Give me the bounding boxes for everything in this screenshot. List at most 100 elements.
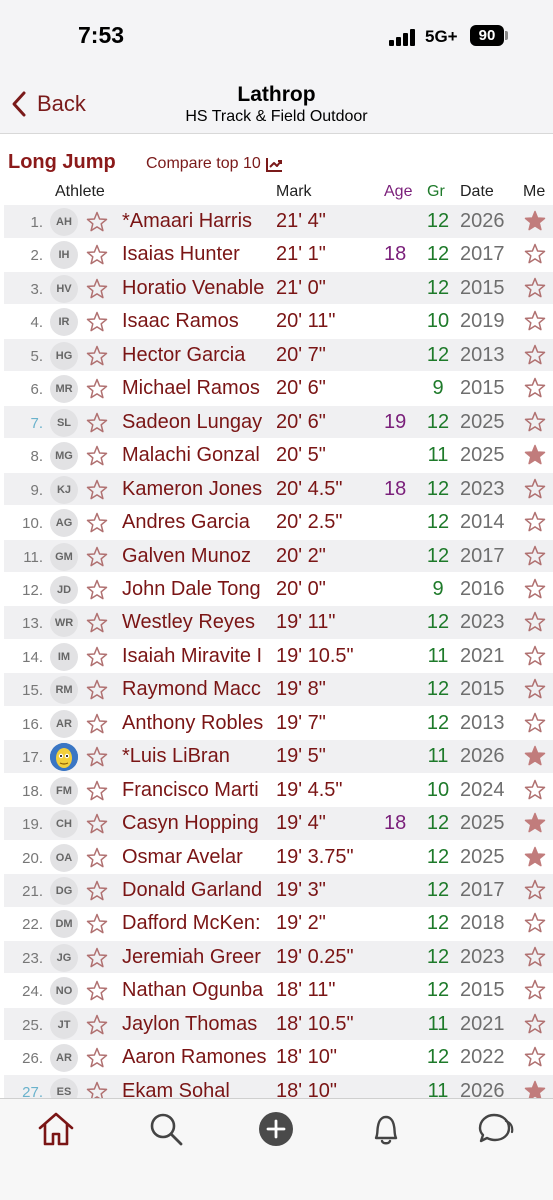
medal-star-icon[interactable] [523,477,547,501]
avatar[interactable]: DM [50,910,78,939]
add-icon[interactable] [256,1109,296,1149]
athlete-name[interactable]: *Luis LiBran [122,745,274,768]
table-row[interactable]: 20. OA Osmar Avelar 19' 3.75" 12 2025 [4,841,553,874]
athlete-name[interactable]: *Amaari Harris [122,210,274,233]
avatar[interactable] [50,743,78,772]
favorite-star-icon[interactable] [85,478,109,502]
table-row[interactable]: 17. *Luis LiBran 19' 5" 11 2026 [4,740,553,773]
table-row[interactable]: 16. AR Anthony Robles 19' 7" 12 2013 [4,707,553,740]
mark[interactable]: 19' 3.75" [276,846,354,869]
athlete-name[interactable]: Donald Garland [122,879,274,902]
table-row[interactable]: 25. JT Jaylon Thomas 18' 10.5" 11 2021 [4,1007,553,1041]
table-row[interactable]: 18. FM Francisco Marti 19' 4.5" 10 2024 [4,774,553,807]
athlete-name[interactable]: Hector Garcia [122,344,274,367]
medal-star-icon[interactable] [523,1045,547,1069]
avatar[interactable]: AG [50,509,78,538]
favorite-star-icon[interactable] [85,377,109,401]
medal-star-icon[interactable] [523,878,547,902]
favorite-star-icon[interactable] [85,578,109,602]
mark[interactable]: 20' 6" [276,377,326,400]
athlete-name[interactable]: Malachi Gonzal [122,444,274,467]
medal-star-icon[interactable] [523,510,547,534]
favorite-star-icon[interactable] [85,846,109,870]
athlete-name[interactable]: Jeremiah Greer [122,946,274,969]
avatar[interactable]: IH [50,241,78,270]
table-row[interactable]: 4. IR Isaac Ramos 20' 11" 10 2019 [4,305,553,338]
athlete-name[interactable]: Isaiah Miravite I [122,645,274,668]
favorite-star-icon[interactable] [85,411,109,435]
mark[interactable]: 18' 10" [276,1046,337,1069]
favorite-star-icon[interactable] [85,545,109,569]
avatar[interactable]: DG [50,877,78,905]
favorite-star-icon[interactable] [85,946,109,970]
home-icon[interactable] [36,1109,76,1149]
favorite-star-icon[interactable] [85,745,109,769]
favorite-star-icon[interactable] [85,277,109,301]
mark[interactable]: 21' 4" [276,210,326,233]
athlete-name[interactable]: Osmar Avelar [122,846,274,869]
column-athlete[interactable]: Athlete [55,183,105,201]
medal-star-icon[interactable] [523,242,547,266]
mark[interactable]: 19' 7" [276,712,326,735]
favorite-star-icon[interactable] [85,979,109,1003]
table-row[interactable]: 5. HG Hector Garcia 20' 7" 12 2013 [4,338,553,372]
mark[interactable]: 20' 7" [276,344,326,367]
athlete-name[interactable]: Aaron Ramones [122,1046,274,1069]
athlete-name[interactable]: Casyn Hopping [122,812,274,835]
favorite-star-icon[interactable] [85,812,109,836]
medal-star-icon[interactable] [523,309,547,333]
table-row[interactable]: 21. DG Donald Garland 19' 3" 12 2017 [4,874,553,907]
avatar[interactable]: JD [50,575,78,604]
athlete-name[interactable]: Jaylon Thomas [122,1013,274,1036]
mark[interactable]: 19' 5" [276,745,326,768]
favorite-star-icon[interactable] [85,210,109,234]
avatar[interactable]: KJ [50,475,78,504]
table-row[interactable]: 10. AG Andres Garcia 20' 2.5" 12 2014 [4,506,553,539]
avatar[interactable]: RM [50,676,78,705]
favorite-star-icon[interactable] [85,779,109,803]
medal-star-icon[interactable] [523,577,547,601]
mark[interactable]: 19' 10.5" [276,645,354,668]
medal-star-icon[interactable] [523,610,547,634]
athlete-name[interactable]: Anthony Robles [122,712,274,735]
medal-star-icon[interactable] [523,376,547,400]
medal-star-icon[interactable] [523,978,547,1002]
table-row[interactable]: 14. IM Isaiah Miravite I 19' 10.5" 11 2021 [4,640,553,673]
avatar[interactable]: JT [50,1010,78,1039]
table-row[interactable]: 8. MG Malachi Gonzal 20' 5" 11 2025 [4,439,553,472]
table-row[interactable]: 12. JD John Dale Tong 20' 0" 9 2016 [4,573,553,606]
mark[interactable]: 20' 2.5" [276,511,343,534]
avatar[interactable]: HV [50,274,78,303]
athlete-name[interactable]: Horatio Venable [122,277,274,300]
avatar[interactable]: GM [50,542,78,571]
medal-star-filled-icon[interactable] [523,209,547,233]
athlete-name[interactable]: Dafford McKen: [122,912,274,935]
mark[interactable]: 18' 11" [276,979,335,1002]
favorite-star-icon[interactable] [85,344,109,368]
table-row[interactable]: 9. KJ Kameron Jones 20' 4.5" 18 12 2023 [4,472,553,506]
table-row[interactable]: 22. DM Dafford McKen: 19' 2" 12 2018 [4,907,553,940]
athlete-name[interactable]: Sadeon Lungay [122,411,274,434]
table-row[interactable]: 11. GM Galven Munoz 20' 2" 12 2017 [4,539,553,572]
avatar[interactable]: CH [50,810,78,839]
medal-star-icon[interactable] [523,945,547,969]
mark[interactable]: 20' 6" [276,411,326,434]
avatar[interactable]: MR [50,375,78,404]
compare-top-10-link[interactable]: Compare top 10 [146,155,283,173]
table-row[interactable]: 26. AR Aaron Ramones 18' 10" 12 2022 [4,1041,553,1074]
table-row[interactable]: 15. RM Raymond Macc 19' 8" 12 2015 [4,673,553,706]
avatar[interactable]: IR [50,308,78,337]
column-mark[interactable]: Mark [276,183,312,201]
athlete-name[interactable]: Raymond Macc [122,678,274,701]
favorite-star-icon[interactable] [85,712,109,736]
athlete-name[interactable]: Isaac Ramos [122,310,274,333]
avatar[interactable]: OA [50,843,78,872]
medal-star-icon[interactable] [523,276,547,300]
avatar[interactable]: HG [50,341,78,370]
mark[interactable]: 19' 4" [276,812,326,835]
avatar[interactable]: AH [50,208,78,236]
athlete-name[interactable]: Westley Reyes [122,611,274,634]
mark[interactable]: 19' 8" [276,678,326,701]
avatar[interactable]: JG [50,943,78,972]
table-row[interactable]: 24. NO Nathan Ogunba 18' 11" 12 2015 [4,974,553,1007]
